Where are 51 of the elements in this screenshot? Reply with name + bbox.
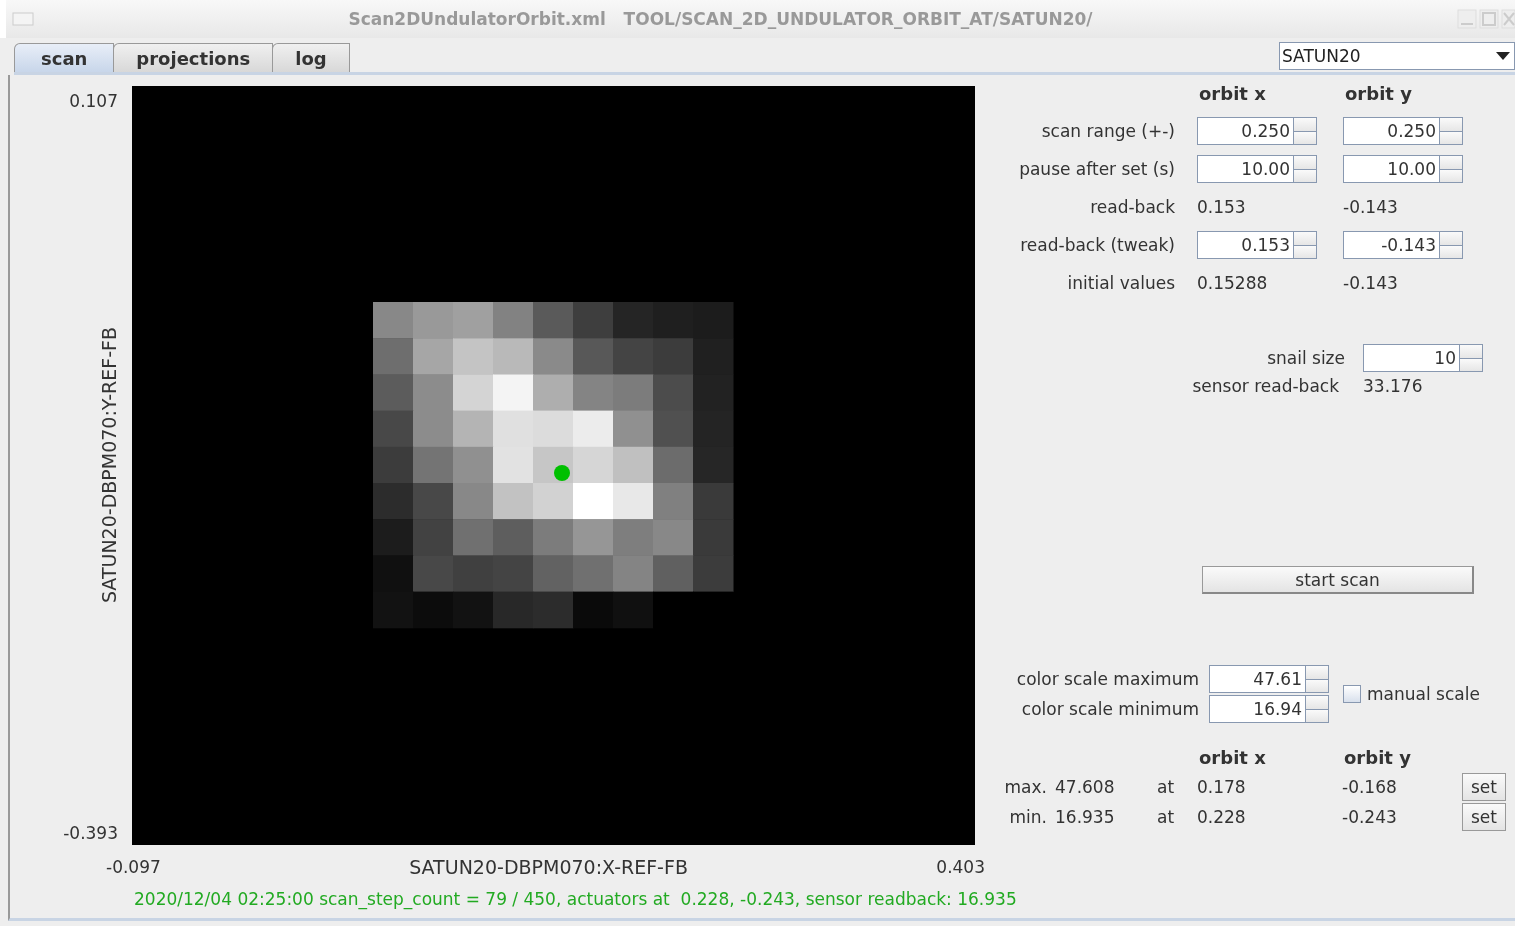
- axis-tick-label: -0.097: [106, 857, 161, 877]
- value-text: 33.176: [1363, 376, 1423, 396]
- set-button[interactable]: set: [1462, 803, 1506, 831]
- value-text: -0.143: [1343, 197, 1399, 217]
- position-marker: [554, 465, 570, 481]
- caret-icon: [1496, 52, 1510, 60]
- value-text: -0.143: [1343, 273, 1399, 293]
- column-header: orbit y: [1344, 82, 1413, 104]
- checkbox-label: manual scale: [1367, 684, 1480, 704]
- value-text: 0.153: [1197, 197, 1247, 217]
- field-label: read-back: [1089, 197, 1175, 217]
- column-header: orbit x: [1198, 746, 1267, 768]
- field-label: sensor read-back: [1191, 376, 1339, 396]
- window-title: Scan2DUndulatorOrbit.xml TOOL/SCAN_2D_UNDULATOR_ORBIT_AT/SATUN20/: [347, 9, 1094, 29]
- start-scan-button[interactable]: start scan: [1202, 566, 1474, 594]
- value-text: at: [1157, 807, 1176, 827]
- column-header: orbit y: [1343, 746, 1412, 768]
- tab[interactable]: projections: [113, 43, 274, 72]
- value-text: 0.178: [1197, 777, 1247, 797]
- tab[interactable]: log: [272, 43, 350, 72]
- value-text: at: [1157, 777, 1176, 797]
- field-label: color scale minimum: [1020, 699, 1199, 719]
- set-button[interactable]: set: [1462, 773, 1506, 801]
- field-label: read-back (tweak): [1019, 235, 1175, 255]
- status-message: 2020/12/04 02:25:00 scan_step_count = 79 / 450, actuators at 0.228, -0.243, sensor readback: 16.935: [134, 889, 1017, 909]
- checkbox[interactable]: [1343, 685, 1361, 703]
- field-label: pause after set (s): [1018, 159, 1175, 179]
- column-header: orbit x: [1198, 82, 1267, 104]
- value-text: -0.168: [1342, 777, 1398, 797]
- tab[interactable]: scan: [14, 43, 115, 72]
- axis-title: SATUN20-DBPM070:Y-REF-FB: [98, 327, 120, 604]
- field-label: color scale maximum: [1015, 669, 1199, 689]
- value-text: -0.243: [1342, 807, 1398, 827]
- value-text: 16.935: [1055, 807, 1116, 827]
- axis-tick-label: 0.107: [69, 91, 119, 111]
- row-label: min.: [1008, 807, 1048, 827]
- field-label: initial values: [1066, 273, 1175, 293]
- minimize-icon[interactable]: [1457, 9, 1477, 29]
- axis-tick-label: -0.393: [63, 823, 119, 843]
- axis-title: SATUN20-DBPM070:X-REF-FB: [409, 856, 688, 878]
- value-text: 0.228: [1197, 807, 1247, 827]
- value-text: 0.15288: [1197, 273, 1269, 293]
- device-dropdown[interactable]: SATUN20: [1279, 42, 1515, 70]
- row-label: max.: [1003, 777, 1048, 797]
- maximize-icon[interactable]: [1479, 9, 1499, 29]
- window-icon: [12, 12, 34, 26]
- close-icon[interactable]: [1501, 9, 1515, 29]
- axis-tick-label: 0.403: [936, 857, 985, 877]
- field-label: snail size: [1266, 348, 1345, 368]
- field-label: scan range (+-): [1040, 121, 1175, 141]
- value-text: 47.608: [1055, 777, 1116, 797]
